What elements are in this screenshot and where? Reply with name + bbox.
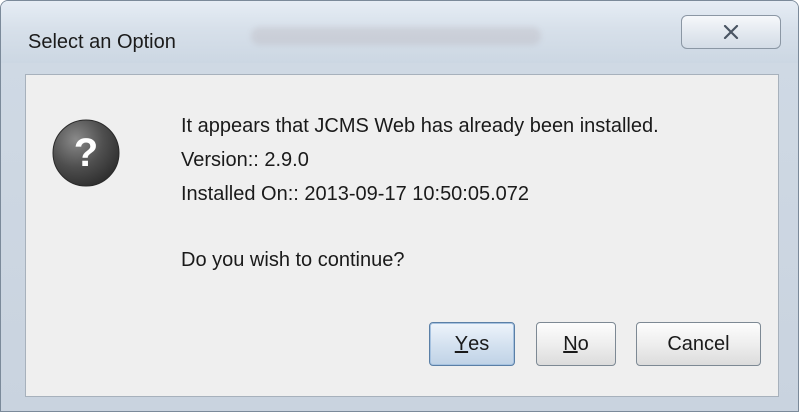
- question-icon: ?: [51, 118, 121, 188]
- svg-text:?: ?: [74, 131, 98, 175]
- no-label: o: [577, 332, 589, 355]
- no-mnemonic: N: [563, 332, 578, 355]
- dialog-content: ? It appears that JCMS Web has already b…: [25, 74, 779, 397]
- background-blur: [251, 27, 541, 45]
- yes-button[interactable]: Yes: [429, 322, 515, 366]
- yes-label: es: [468, 332, 490, 355]
- cancel-button[interactable]: Cancel: [636, 322, 761, 366]
- dialog-window: Select an Option ? It appears that JCMS …: [0, 0, 799, 412]
- cancel-label: Cancel: [667, 332, 730, 355]
- message-text: It appears that JCMS Web has already bee…: [181, 109, 659, 277]
- close-button[interactable]: [681, 15, 781, 49]
- window-title: Select an Option: [28, 31, 176, 53]
- yes-mnemonic: Y: [454, 332, 469, 355]
- no-button[interactable]: No: [536, 322, 616, 366]
- title-bar[interactable]: Select an Option: [1, 1, 798, 63]
- message-line-question: Do you wish to continue?: [181, 249, 405, 271]
- message-line-installed-on: Installed On:: 2013-09-17 10:50:05.072: [181, 183, 530, 205]
- close-icon: [723, 25, 739, 39]
- message-line-installed: It appears that JCMS Web has already bee…: [181, 115, 659, 137]
- message-line-version: Version:: 2.9.0: [181, 149, 309, 171]
